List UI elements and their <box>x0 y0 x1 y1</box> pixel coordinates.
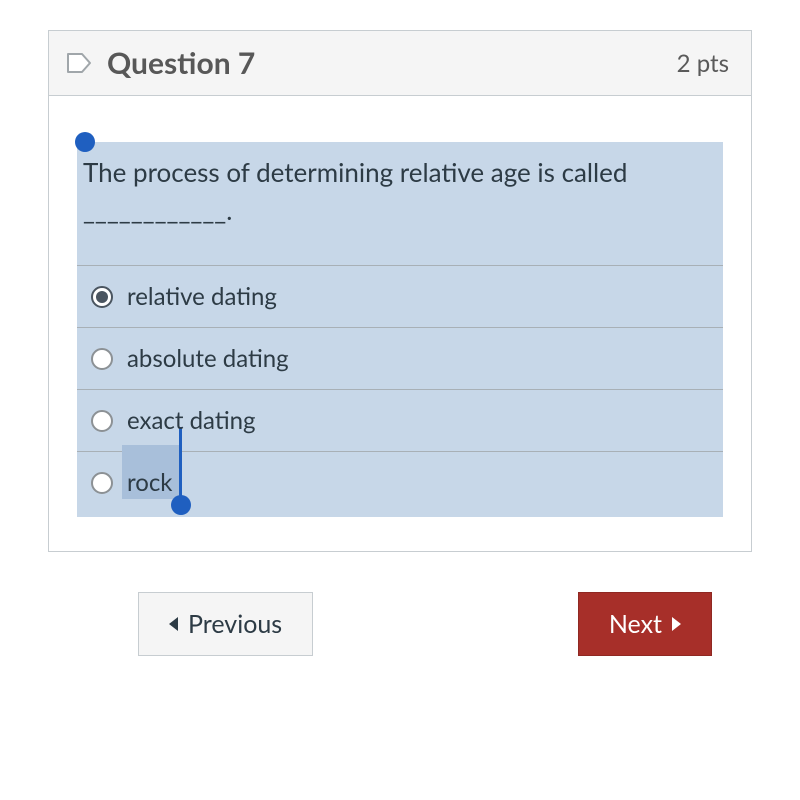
nav-buttons: Previous Next <box>48 552 752 656</box>
question-header: Question 7 2 pts <box>49 31 751 96</box>
previous-button[interactable]: Previous <box>138 592 313 656</box>
option-absolute-dating[interactable]: absolute dating <box>77 328 723 390</box>
selection-highlight: The process of determining relative age … <box>77 142 723 517</box>
previous-label: Previous <box>188 609 282 639</box>
question-title: Question 7 <box>107 45 255 81</box>
option-label: absolute dating <box>127 344 289 373</box>
selection-handle-start[interactable] <box>75 132 95 152</box>
selection-caret <box>179 427 182 503</box>
question-points: 2 pts <box>677 49 729 78</box>
radio-icon <box>91 348 113 370</box>
bookmark-tag-icon <box>65 49 93 77</box>
option-label: rock <box>127 468 173 497</box>
option-exact-dating[interactable]: exact dating <box>77 390 723 452</box>
question-body: The process of determining relative age … <box>49 96 751 551</box>
question-card: Question 7 2 pts The process of determin… <box>48 30 752 552</box>
radio-icon <box>91 286 113 308</box>
question-text: The process of determining relative age … <box>77 142 723 265</box>
triangle-left-icon <box>169 617 178 631</box>
header-left: Question 7 <box>65 45 255 81</box>
radio-icon <box>91 472 113 494</box>
option-relative-dating[interactable]: relative dating <box>77 266 723 328</box>
option-label: relative dating <box>127 282 277 311</box>
option-label: exact dating <box>127 406 255 435</box>
triangle-right-icon <box>672 617 681 631</box>
radio-icon <box>91 410 113 432</box>
next-label: Next <box>609 609 662 639</box>
next-button[interactable]: Next <box>578 592 712 656</box>
